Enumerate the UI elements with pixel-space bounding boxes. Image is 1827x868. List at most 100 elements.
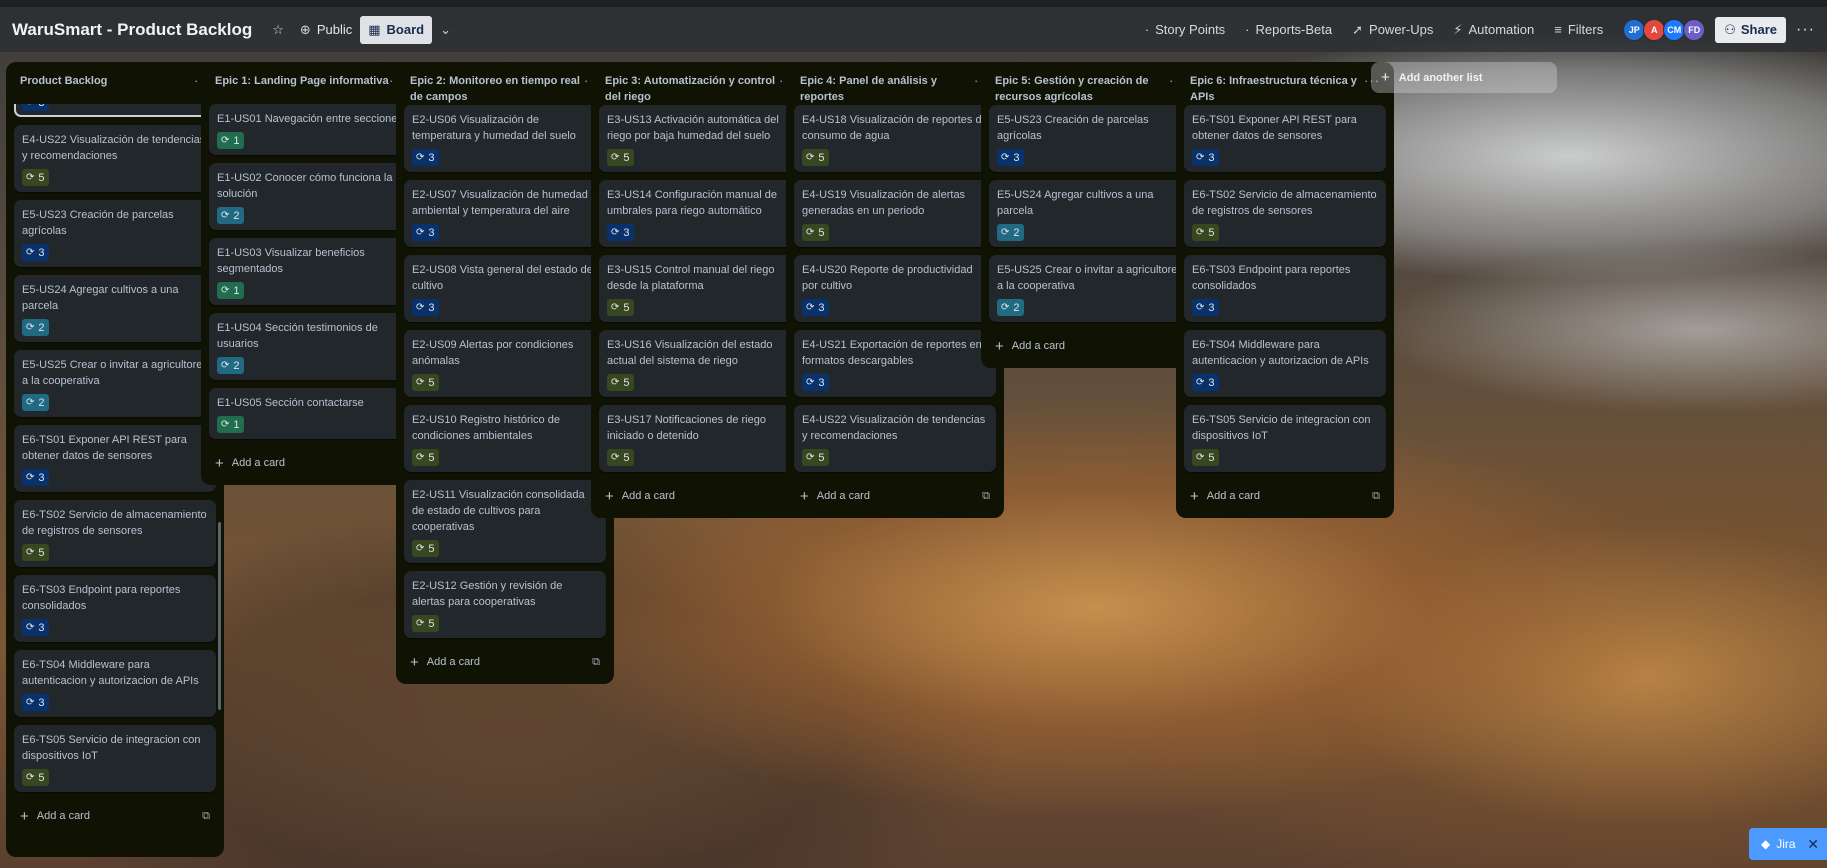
- story-points-value: 2: [38, 321, 45, 334]
- story-points-badge: ⟳3: [1192, 149, 1219, 166]
- card[interactable]: E6-TS01 Exponer API REST para obtener da…: [1184, 105, 1386, 172]
- close-icon[interactable]: ✕: [1807, 836, 1819, 853]
- add-card-button[interactable]: +Add a card ⧉: [1184, 480, 1386, 512]
- card[interactable]: E6-TS03 Endpoint para reportes consolida…: [14, 575, 216, 642]
- list-title[interactable]: Epic 3: Automatización y control del rie…: [605, 73, 779, 105]
- card-title: E4-US20 Reporte de productividad por cul…: [802, 264, 973, 292]
- add-list-button[interactable]: + Add another list: [1371, 62, 1557, 93]
- card[interactable]: E2-US08 Vista general del estado del cul…: [404, 255, 606, 322]
- power-ups-button[interactable]: ➚ Power-Ups: [1344, 16, 1441, 44]
- card[interactable]: E6-TS05 Servicio de integracion con disp…: [1184, 405, 1386, 472]
- board-view-button[interactable]: ▦ Board: [360, 15, 433, 44]
- board-title[interactable]: WaruSmart - Product Backlog: [12, 20, 252, 40]
- list-title[interactable]: Product Backlog: [20, 73, 107, 89]
- card[interactable]: E2-US09 Alertas por condiciones anómalas…: [404, 330, 606, 397]
- card[interactable]: E6-TS05 Servicio de integracion con disp…: [14, 725, 216, 792]
- card[interactable]: E5-US25 Crear o invitar a agricultores a…: [14, 350, 216, 417]
- add-card-button[interactable]: +Add a card⧉: [989, 330, 1191, 362]
- story-points-value: 2: [233, 359, 240, 372]
- add-card-group: + Add a card: [1190, 488, 1260, 505]
- reports-beta-button[interactable]: · Reports-Beta: [1237, 16, 1340, 44]
- list-column: Product Backlog···⟳3E4-US22 Visualizació…: [6, 62, 224, 857]
- visibility-button[interactable]: ⊕ Public: [292, 16, 360, 44]
- card[interactable]: E6-TS03 Endpoint para reportes consolida…: [1184, 255, 1386, 322]
- card[interactable]: E6-TS02 Servicio de almacenamiento de re…: [1184, 180, 1386, 247]
- list-title[interactable]: Epic 5: Gestión y creación de recursos a…: [995, 73, 1169, 105]
- card[interactable]: E3-US13 Activación automática del riego …: [599, 105, 801, 172]
- card[interactable]: E2-US11 Visualización consolidada de est…: [404, 480, 606, 563]
- member-avatar[interactable]: JP: [1623, 18, 1646, 41]
- story-points-icon: ⟳: [221, 360, 230, 371]
- card-title: E4-US22 Visualización de tendencias y re…: [22, 134, 206, 162]
- card[interactable]: E3-US15 Control manual del riego desde l…: [599, 255, 801, 322]
- card[interactable]: E1-US03 Visualizar beneficios segmentado…: [209, 238, 411, 305]
- card[interactable]: E2-US10 Registro histórico de condicione…: [404, 405, 606, 472]
- card[interactable]: E6-TS02 Servicio de almacenamiento de re…: [14, 500, 216, 567]
- card[interactable]: E5-US24 Agregar cultivos a una parcela ⟳ 2: [989, 180, 1191, 247]
- member-avatar[interactable]: CM: [1663, 18, 1686, 41]
- add-card-button[interactable]: +Add a card⧉: [599, 480, 801, 512]
- jira-label: Jira: [1776, 837, 1796, 851]
- list-title[interactable]: Epic 1: Landing Page informativa: [215, 73, 389, 89]
- more-menu-button[interactable]: ···: [1796, 21, 1815, 39]
- card[interactable]: E5-US23 Creación de parcelas agrícolas ⟳ 3: [989, 105, 1191, 172]
- add-card-label: Add a card: [1011, 340, 1065, 352]
- card[interactable]: E1-US04 Sección testimonios de usuarios ⟳…: [209, 313, 411, 380]
- list-scrollbar[interactable]: [218, 522, 221, 710]
- card[interactable]: E1-US05 Sección contactarse ⟳ 1: [209, 388, 411, 439]
- views-dropdown-button[interactable]: ⌄: [432, 16, 459, 44]
- card[interactable]: E1-US01 Navegación entre secciones ⟳ 1: [209, 104, 411, 155]
- card[interactable]: E2-US06 Visualización de temperatura y h…: [404, 105, 606, 172]
- story-points-badge: ⟳ 5: [802, 149, 829, 166]
- card[interactable]: E1-US02 Conocer cómo funciona la solució…: [209, 163, 411, 230]
- card[interactable]: E3-US16 Visualización del estado actual …: [599, 330, 801, 397]
- list-title[interactable]: Epic 2: Monitoreo en tiempo real de camp…: [410, 73, 584, 105]
- card[interactable]: E5-US25 Crear o invitar a agricultores a…: [989, 255, 1191, 322]
- card[interactable]: E3-US17 Notificaciones de riego iniciado…: [599, 405, 801, 472]
- list-title[interactable]: Epic 6: Infraestructura técnica y APIs: [1190, 73, 1364, 105]
- story-points-value: 5: [818, 151, 825, 164]
- card[interactable]: E5-US24 Agregar cultivos a una parcela ⟳ 2: [14, 275, 216, 342]
- card[interactable]: E6-TS04 Middleware para autenticacion y …: [1184, 330, 1386, 397]
- list-cards: E1-US01 Navegación entre secciones ⟳ 1 E1-U…: [209, 104, 411, 439]
- story-points-value: 5: [38, 171, 45, 184]
- card[interactable]: E2-US07 Visualización de humedad ambient…: [404, 180, 606, 247]
- share-button[interactable]: ⚇ Share: [1715, 16, 1787, 43]
- share-label: Share: [1740, 22, 1778, 37]
- card[interactable]: E4-US20 Reporte de productividad por cul…: [794, 255, 996, 322]
- card[interactable]: E4-US19 Visualización de alertas generad…: [794, 180, 996, 247]
- story-points-badge: ⟳ 5: [22, 769, 49, 786]
- add-card-button[interactable]: +Add a card⧉: [404, 646, 606, 678]
- add-card-button[interactable]: +Add a card⧉: [794, 480, 996, 512]
- card[interactable]: ⟳3: [14, 104, 216, 117]
- card-template-icon[interactable]: ⧉: [982, 490, 990, 503]
- card[interactable]: E6-TS01 Exponer API REST para obtener da…: [14, 425, 216, 492]
- card[interactable]: E4-US21 Exportación de reportes en forma…: [794, 330, 996, 397]
- add-card-button[interactable]: +Add a card⧉: [209, 447, 411, 479]
- story-points-button[interactable]: · Story Points: [1137, 16, 1233, 44]
- star-button[interactable]: ☆: [264, 16, 292, 44]
- card[interactable]: E2-US12 Gestión y revisión de alertas pa…: [404, 571, 606, 638]
- story-points-value: 2: [1013, 226, 1020, 239]
- card-template-icon[interactable]: ⧉: [1372, 490, 1380, 503]
- jira-widget[interactable]: ◆ Jira ✕: [1749, 828, 1827, 860]
- member-avatar[interactable]: A: [1643, 18, 1666, 41]
- story-points-badge: ⟳ 5: [802, 449, 829, 466]
- card[interactable]: E4-US18 Visualización de reportes de con…: [794, 105, 996, 172]
- add-card-button[interactable]: +Add a card⧉: [14, 800, 216, 832]
- card[interactable]: E4-US22 Visualización de tendencias y re…: [794, 405, 996, 472]
- filters-button[interactable]: ≡ Filters: [1546, 16, 1611, 44]
- story-points-value: 3: [428, 301, 435, 314]
- member-avatar[interactable]: FD: [1683, 18, 1706, 41]
- card[interactable]: E5-US23 Creación de parcelas agrícolas ⟳ 3: [14, 200, 216, 267]
- card[interactable]: E3-US14 Configuración manual de umbrales…: [599, 180, 801, 247]
- story-points-icon: ⟳: [611, 302, 620, 313]
- card[interactable]: E4-US22 Visualización de tendencias y re…: [14, 125, 216, 192]
- automation-button[interactable]: ⚡ Automation: [1445, 16, 1542, 44]
- card-template-icon[interactable]: ⧉: [592, 656, 600, 669]
- card[interactable]: E6-TS04 Middleware para autenticacion y …: [14, 650, 216, 717]
- story-points-badge: ⟳3: [1192, 299, 1219, 316]
- list-title[interactable]: Epic 4: Panel de análisis y reportes: [800, 73, 974, 105]
- plus-icon: +: [1190, 487, 1199, 505]
- card-template-icon[interactable]: ⧉: [202, 810, 210, 823]
